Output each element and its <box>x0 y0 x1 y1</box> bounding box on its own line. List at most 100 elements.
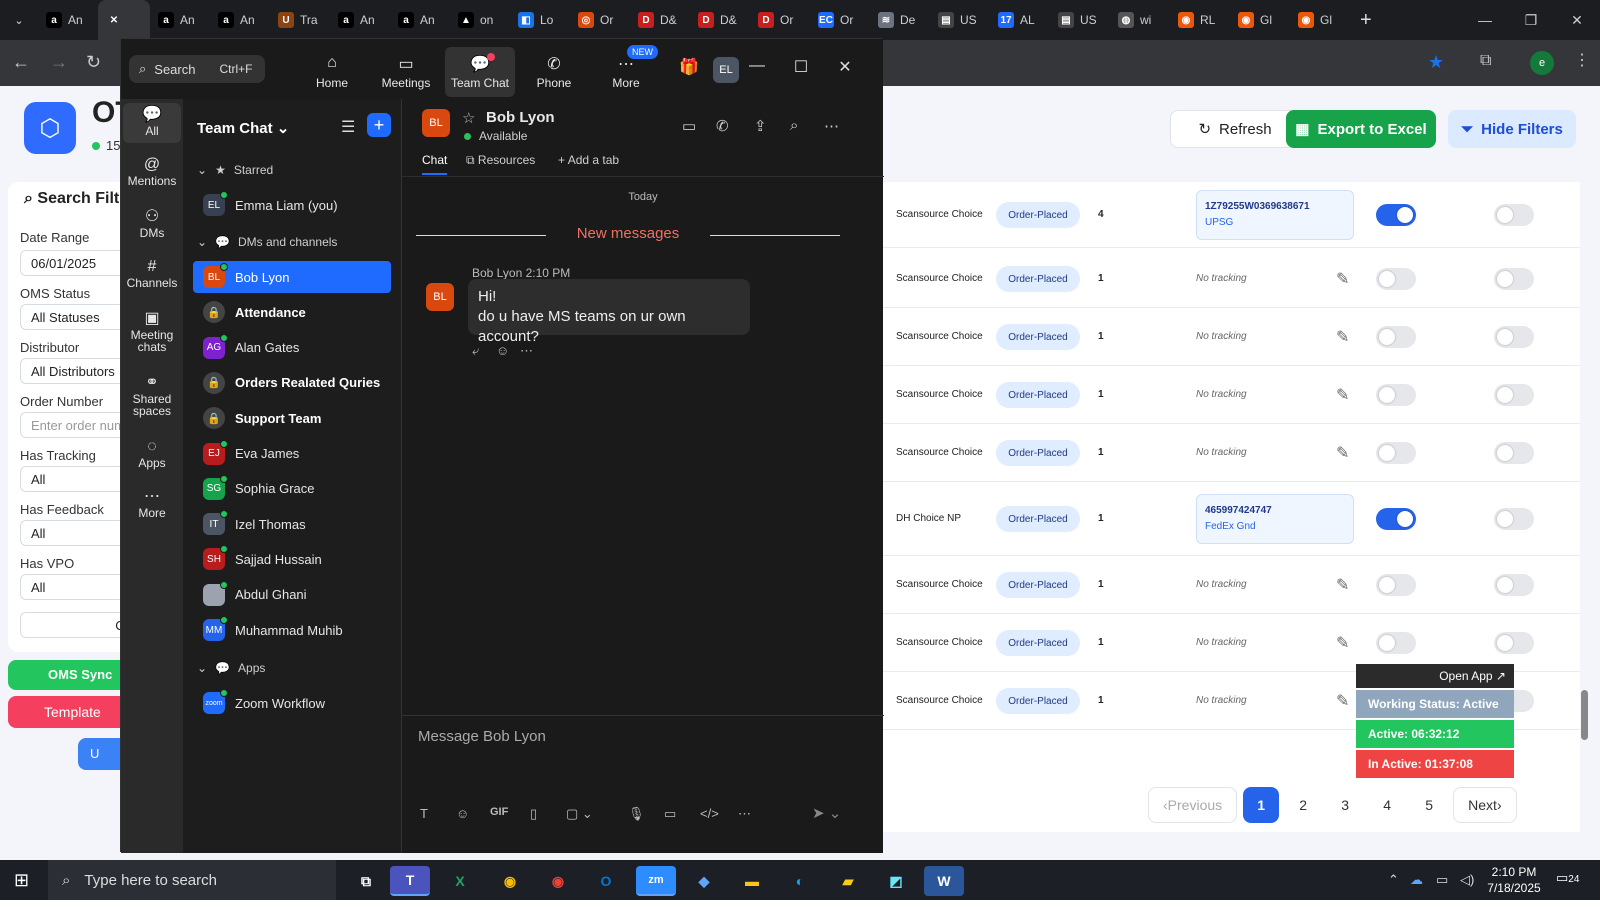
contact-name[interactable]: Bob Lyon <box>486 109 555 126</box>
oms-sync-button[interactable]: OMS Sync <box>8 660 128 690</box>
browser-tab[interactable]: ▤ US <box>930 0 990 40</box>
tab-search-dropdown-icon[interactable]: ⌄ <box>0 0 38 40</box>
export-excel-button[interactable]: ▦ Export to Excel <box>1286 110 1436 148</box>
share-screen-icon[interactable]: ⇪ <box>754 117 767 135</box>
rail-apps[interactable]: ◌ Apps <box>123 439 181 470</box>
date-range-input[interactable]: 06/01/2025 <box>20 250 130 276</box>
tracking-toggle[interactable] <box>1376 508 1416 530</box>
emoji-reaction-icon[interactable]: ☺ <box>496 343 509 358</box>
more-options-icon[interactable]: ⋯ <box>824 117 839 135</box>
star-icon[interactable]: ☆ <box>462 109 475 127</box>
rail-all[interactable]: 💬 All <box>123 103 181 143</box>
browser-tab[interactable]: a An <box>330 0 390 40</box>
dms-channels-section[interactable]: ⌄ 💬 DMs and channels <box>197 235 337 249</box>
file-icon[interactable]: ▯ <box>530 806 537 822</box>
screenshot-icon[interactable]: ▢ ⌄ <box>566 806 593 822</box>
has-feedback-select[interactable]: All <box>20 520 130 546</box>
tracking-toggle[interactable] <box>1376 442 1416 464</box>
next-page-button[interactable]: Next › <box>1453 787 1517 823</box>
text-format-icon[interactable]: T <box>420 806 428 821</box>
page-number-button[interactable]: 3 <box>1327 787 1363 823</box>
teams-app-icon[interactable]: T <box>390 866 430 896</box>
browser-tab[interactable]: D Or <box>750 0 810 40</box>
taskbar-search[interactable]: ⌕ Type here to search <box>48 860 336 900</box>
tracking-box[interactable]: 1Z79255W0369638671 UPSG <box>1196 190 1354 240</box>
word-app-icon[interactable]: W <box>924 866 964 896</box>
tracking-toggle[interactable] <box>1376 326 1416 348</box>
page-number-button[interactable]: 1 <box>1243 787 1280 823</box>
dm-item[interactable]: MM Muhammad Muhib <box>193 614 391 646</box>
emoji-icon[interactable]: ☺ <box>456 806 469 821</box>
tray-chevron-icon[interactable]: ⌃ <box>1388 872 1399 888</box>
refresh-button[interactable]: ↻ Refresh <box>1170 110 1300 148</box>
tab-add[interactable]: + Add a tab <box>558 153 619 167</box>
feedback-toggle[interactable] <box>1494 632 1534 654</box>
edit-pencil-icon[interactable]: ✎ <box>1336 633 1349 653</box>
video-message-icon[interactable]: ▭ <box>664 806 676 822</box>
windows-start-icon[interactable]: ⊞ <box>14 870 29 891</box>
rail-shared-spaces[interactable]: ⚭ Shared spaces <box>123 375 181 418</box>
channel-item[interactable]: 🔒 Attendance <box>193 296 391 328</box>
browser-tab[interactable]: ◧ Lo <box>510 0 570 40</box>
browser-minimize-icon[interactable]: — <box>1462 0 1508 40</box>
browser-tab[interactable]: ◉ RL <box>1170 0 1230 40</box>
browser-tab[interactable]: D D& <box>630 0 690 40</box>
rail-more[interactable]: ⋯ More <box>123 489 181 520</box>
nav-home[interactable]: ⌂ Home <box>297 47 367 97</box>
volume-icon[interactable]: ◁) <box>1460 872 1474 888</box>
chat-list-title[interactable]: Team Chat ⌄ <box>197 119 289 137</box>
page-number-button[interactable]: 4 <box>1369 787 1405 823</box>
vpn-app-icon[interactable]: ◩ <box>876 866 916 896</box>
code-snippet-icon[interactable]: </> <box>700 806 719 821</box>
edit-pencil-icon[interactable]: ✎ <box>1336 269 1349 289</box>
browser-tab[interactable]: a An <box>210 0 270 40</box>
dm-item[interactable]: AG Alan Gates <box>193 332 391 364</box>
taskbar-clock[interactable]: 2:10 PM 7/18/2025 <box>1484 864 1544 896</box>
page-number-button[interactable]: 5 <box>1411 787 1447 823</box>
dm-item[interactable]: BL Bob Lyon <box>193 261 391 293</box>
file-explorer-app-icon[interactable]: ▬ <box>732 866 772 896</box>
back-icon[interactable]: ← <box>12 52 30 73</box>
browser-tab[interactable]: EC Or <box>810 0 870 40</box>
composer-more-icon[interactable]: ⋯ <box>738 806 751 822</box>
nav-meetings[interactable]: ▭ Meetings <box>371 47 441 97</box>
tracking-toggle[interactable] <box>1376 204 1416 226</box>
rail-meeting-chats[interactable]: ▣ Meeting chats <box>123 311 181 354</box>
browser-tab[interactable]: a An <box>38 0 98 40</box>
tracking-toggle[interactable] <box>1376 268 1416 290</box>
feedback-toggle[interactable] <box>1494 384 1534 406</box>
sticky-notes-app-icon[interactable]: ▰ <box>828 866 868 896</box>
bookmark-star-icon[interactable]: ★ <box>1428 52 1444 73</box>
edit-pencil-icon[interactable]: ✎ <box>1336 575 1349 595</box>
browser-tab[interactable]: ◉ Gl <box>1230 0 1290 40</box>
nav-phone[interactable]: ✆ Phone <box>519 47 589 97</box>
browser-tab[interactable]: ◎ Or <box>570 0 630 40</box>
zoom-maximize-icon[interactable]: ☐ <box>789 57 813 77</box>
channel-item[interactable]: 🔒 Support Team <box>193 402 391 434</box>
rail-channels[interactable]: # Channels <box>123 259 181 290</box>
task-view-icon[interactable]: ⧉ <box>346 866 386 896</box>
browser-tab[interactable]: 17 AL <box>990 0 1050 40</box>
browser-close-icon[interactable]: ✕ <box>1554 0 1600 40</box>
edge-app-icon[interactable]: ◐ <box>780 866 820 896</box>
browser-tab[interactable]: a An <box>150 0 210 40</box>
dm-item[interactable]: EL Emma Liam (you) <box>193 189 391 221</box>
dm-item[interactable]: SH Sajjad Hussain <box>193 543 391 575</box>
gift-icon[interactable]: 🎁 <box>677 57 701 81</box>
message-composer[interactable]: Message Bob Lyon T ☺ GIF ▯ ▢ ⌄ 🎙 ▭ </> ⋯… <box>402 715 884 853</box>
edit-pencil-icon[interactable]: ✎ <box>1336 327 1349 347</box>
previous-page-button[interactable]: ‹ Previous <box>1148 787 1238 823</box>
template-button[interactable]: Template <box>8 696 128 728</box>
forward-icon[interactable]: → <box>50 52 68 73</box>
open-app-link[interactable]: Open App ↗ <box>1356 664 1514 688</box>
feedback-toggle[interactable] <box>1494 442 1534 464</box>
tracking-toggle[interactable] <box>1376 574 1416 596</box>
tracking-box[interactable]: 465997424747 FedEx Gnd <box>1196 494 1354 544</box>
feedback-toggle[interactable] <box>1494 326 1534 348</box>
dm-item[interactable]: EJ Eva James <box>193 438 391 470</box>
dm-item[interactable]: SG Sophia Grace <box>193 473 391 505</box>
tracking-toggle[interactable] <box>1376 384 1416 406</box>
browser-tab[interactable]: ✕ <box>98 0 150 40</box>
reload-icon[interactable]: ↻ <box>86 52 101 73</box>
new-tab-button[interactable]: + <box>1360 9 1372 32</box>
